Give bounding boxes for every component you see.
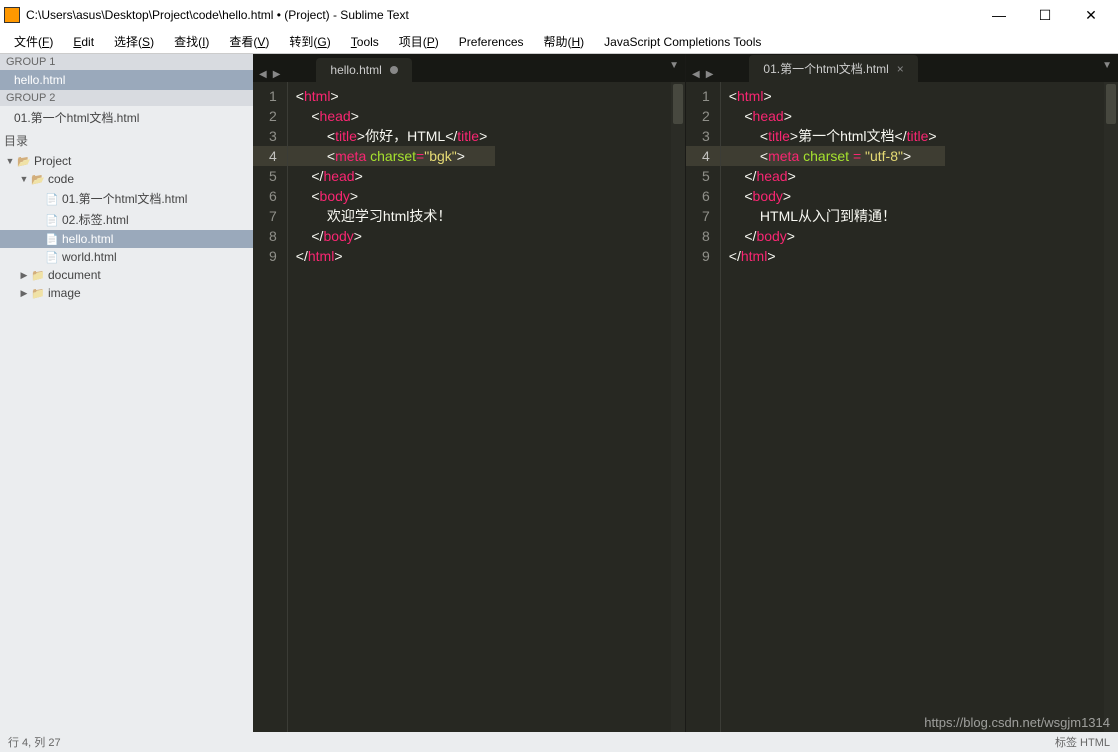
status-right[interactable]: 标签 HTML xyxy=(1055,734,1110,750)
file-icon xyxy=(44,213,60,227)
window-controls: — ☐ ✕ xyxy=(976,1,1114,29)
menu-item[interactable]: 查找(I) xyxy=(164,31,219,52)
tab-prev-icon[interactable]: ◀ xyxy=(257,67,269,82)
menubar: 文件(F)Edit选择(S)查找(I)查看(V)转到(G)Tools项目(P)P… xyxy=(0,30,1118,54)
statusbar: 行 4, 列 27 标签 HTML xyxy=(0,732,1118,752)
tab-01[interactable]: 01.第一个html文档.html × xyxy=(749,55,917,82)
scrollbar[interactable] xyxy=(671,82,685,732)
chevron-right-icon[interactable]: ▶ xyxy=(18,288,30,299)
tabbar-left: ◀ ▶ hello.html ▼ xyxy=(253,54,685,82)
folder-icon xyxy=(16,154,32,168)
file-label: 02.标签.html xyxy=(62,211,129,228)
sidebar: GROUP 1 hello.html GROUP 2 01.第一个html文档.… xyxy=(0,54,253,732)
chevron-down-icon[interactable]: ▼ xyxy=(4,156,16,166)
minimize-button[interactable]: — xyxy=(976,1,1022,29)
tab-next-icon[interactable]: ▶ xyxy=(704,67,716,82)
folder-icon xyxy=(30,268,46,282)
group-1-header: GROUP 1 xyxy=(0,54,253,70)
open-file-hello[interactable]: hello.html xyxy=(0,70,253,90)
file-item[interactable]: hello.html xyxy=(0,230,253,248)
folder-label: code xyxy=(48,172,74,186)
dirty-indicator-icon xyxy=(390,66,398,74)
editor-panes: ◀ ▶ hello.html ▼ 123456789 <html> <head>… xyxy=(253,54,1118,732)
menu-item[interactable]: 选择(S) xyxy=(104,31,164,52)
tab-nav: ◀ ▶ xyxy=(686,67,719,82)
code-area-left[interactable]: 123456789 <html> <head> <title>你好，HTML</… xyxy=(253,82,685,732)
folder-icon xyxy=(30,172,46,186)
folder-document[interactable]: ▶ document xyxy=(0,266,253,284)
menu-item[interactable]: 查看(V) xyxy=(219,31,279,52)
menu-item[interactable]: 文件(F) xyxy=(4,31,63,52)
pane-left: ◀ ▶ hello.html ▼ 123456789 <html> <head>… xyxy=(253,54,685,732)
file-icon xyxy=(44,192,60,206)
scrollbar[interactable] xyxy=(1104,82,1118,732)
menu-item[interactable]: Edit xyxy=(63,33,104,51)
menu-item[interactable]: 项目(P) xyxy=(389,31,449,52)
folder-label: Project xyxy=(34,154,71,168)
menu-item[interactable]: 转到(G) xyxy=(279,31,340,52)
chevron-down-icon[interactable]: ▼ xyxy=(18,174,30,184)
folder-image[interactable]: ▶ image xyxy=(0,284,253,302)
maximize-button[interactable]: ☐ xyxy=(1022,1,1068,29)
folder-label: image xyxy=(48,286,81,300)
pane-right: ◀ ▶ 01.第一个html文档.html × ▼ 123456789 <htm… xyxy=(685,54,1118,732)
main-area: GROUP 1 hello.html GROUP 2 01.第一个html文档.… xyxy=(0,54,1118,732)
file-label: world.html xyxy=(62,250,117,264)
close-tab-icon[interactable]: × xyxy=(897,62,904,76)
folder-code[interactable]: ▼ code xyxy=(0,170,253,188)
folder-project[interactable]: ▼ Project xyxy=(0,152,253,170)
file-item[interactable]: 02.标签.html xyxy=(0,209,253,230)
menu-item[interactable]: JavaScript Completions Tools xyxy=(594,33,771,51)
code-content[interactable]: <html> <head> <title>你好，HTML</title> <me… xyxy=(288,82,495,732)
tab-dropdown-icon[interactable]: ▼ xyxy=(669,60,679,71)
tab-hello[interactable]: hello.html xyxy=(316,58,411,82)
gutter: 123456789 xyxy=(686,82,721,732)
file-icon xyxy=(44,250,60,264)
open-file-01[interactable]: 01.第一个html文档.html xyxy=(0,106,253,129)
window-title: C:\Users\asus\Desktop\Project\code\hello… xyxy=(26,8,976,22)
code-content[interactable]: <html> <head> <title>第一个html文档</title> <… xyxy=(721,82,945,732)
tabbar-right: ◀ ▶ 01.第一个html文档.html × ▼ xyxy=(686,54,1118,82)
tab-dropdown-icon[interactable]: ▼ xyxy=(1102,60,1112,71)
app-icon xyxy=(4,7,20,23)
folder-icon xyxy=(30,286,46,300)
folders-header: 目录 xyxy=(0,129,253,152)
file-icon xyxy=(44,232,60,246)
menu-item[interactable]: 帮助(H) xyxy=(534,31,595,52)
tab-prev-icon[interactable]: ◀ xyxy=(690,67,702,82)
gutter: 123456789 xyxy=(253,82,288,732)
status-left: 行 4, 列 27 xyxy=(8,734,61,750)
titlebar: C:\Users\asus\Desktop\Project\code\hello… xyxy=(0,0,1118,30)
folder-label: document xyxy=(48,268,101,282)
menu-item[interactable]: Tools xyxy=(341,33,389,51)
file-label: hello.html xyxy=(62,232,113,246)
tab-label: hello.html xyxy=(330,63,381,77)
tab-nav: ◀ ▶ xyxy=(253,67,286,82)
tab-next-icon[interactable]: ▶ xyxy=(271,67,283,82)
file-item[interactable]: world.html xyxy=(0,248,253,266)
code-area-right[interactable]: 123456789 <html> <head> <title>第一个html文档… xyxy=(686,82,1118,732)
file-label: 01.第一个html文档.html xyxy=(62,190,187,207)
menu-item[interactable]: Preferences xyxy=(449,33,534,51)
tab-label: 01.第一个html文档.html xyxy=(763,60,888,77)
close-button[interactable]: ✕ xyxy=(1068,1,1114,29)
group-2-header: GROUP 2 xyxy=(0,90,253,106)
chevron-right-icon[interactable]: ▶ xyxy=(18,270,30,281)
file-item[interactable]: 01.第一个html文档.html xyxy=(0,188,253,209)
